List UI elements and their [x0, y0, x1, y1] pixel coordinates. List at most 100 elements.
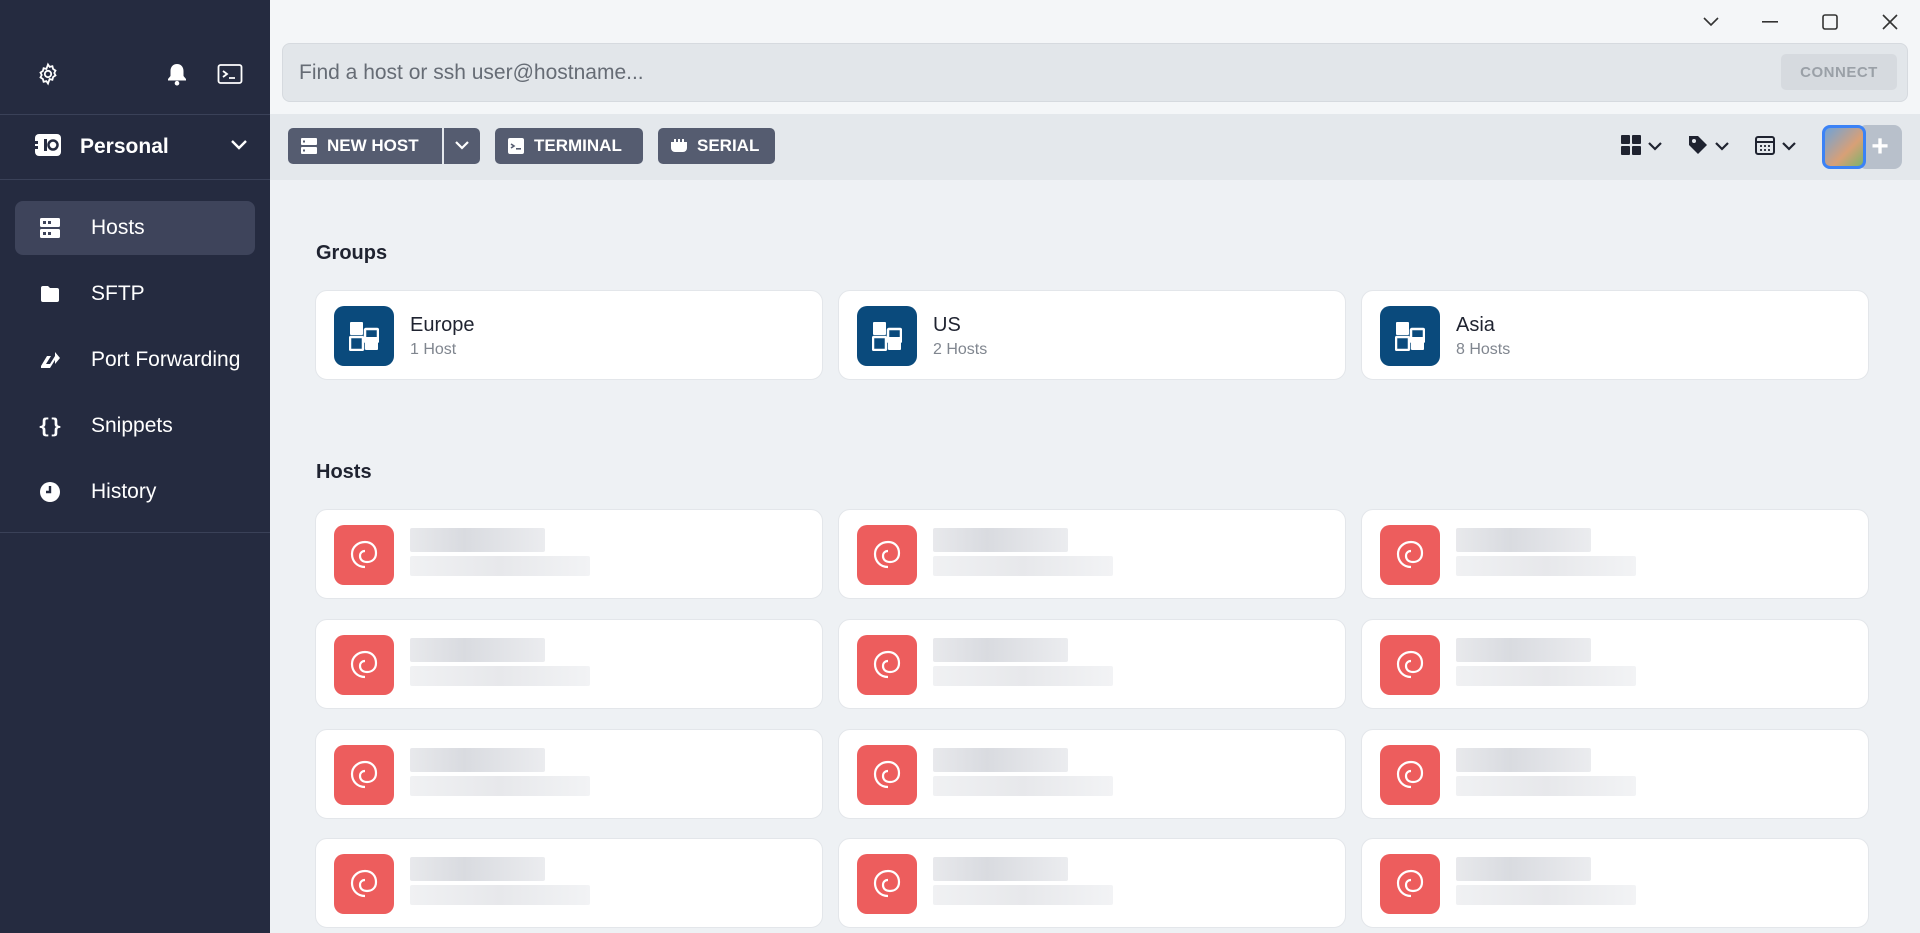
sidebar-item-label: SFTP — [91, 282, 145, 305]
tag-filter[interactable] — [1687, 130, 1729, 164]
sidebar-item-history[interactable]: History — [15, 465, 255, 519]
calendar-icon — [1754, 134, 1776, 161]
layout-toggle[interactable] — [1620, 130, 1662, 164]
host-detail-redacted — [933, 556, 1113, 576]
host-card[interactable] — [315, 729, 823, 819]
host-name-redacted — [410, 748, 545, 772]
sidebar-item-label: Snippets — [91, 414, 173, 437]
host-name-redacted — [933, 748, 1068, 772]
chevron-down-icon — [1782, 138, 1796, 156]
new-host-dropdown-button[interactable] — [444, 128, 480, 164]
vault-icon — [34, 133, 62, 162]
close-icon[interactable] — [1875, 8, 1905, 36]
braces-icon: {} — [37, 414, 63, 438]
sort-menu[interactable] — [1754, 130, 1796, 164]
host-detail-redacted — [933, 885, 1113, 905]
connect-button[interactable]: CONNECT — [1781, 54, 1897, 90]
host-card[interactable] — [1361, 838, 1869, 928]
host-detail-redacted — [1456, 556, 1636, 576]
sidebar-item-label: Hosts — [91, 216, 145, 239]
groups-heading: Groups — [316, 242, 388, 264]
terminal-icon — [507, 137, 525, 155]
terminal-icon[interactable] — [216, 60, 244, 88]
host-card[interactable] — [838, 838, 1346, 928]
debian-icon — [857, 854, 917, 914]
serial-icon — [670, 138, 688, 154]
hosts-heading: Hosts — [316, 461, 372, 483]
folder-icon — [37, 281, 63, 307]
group-card-us[interactable]: US 2 Hosts — [838, 290, 1346, 380]
port-forwarding-icon — [37, 347, 63, 373]
sidebar-item-hosts[interactable]: Hosts — [15, 201, 255, 255]
tag-icon — [1687, 134, 1709, 161]
maximize-icon[interactable] — [1815, 8, 1845, 36]
gear-icon[interactable] — [34, 60, 62, 88]
host-detail-redacted — [933, 776, 1113, 796]
chevron-down-icon[interactable] — [1696, 8, 1726, 36]
host-name-redacted — [410, 528, 545, 552]
vault-label: Personal — [80, 135, 169, 158]
title-bar — [270, 0, 1920, 42]
group-host-count: 2 Hosts — [933, 341, 988, 358]
group-card-europe[interactable]: Europe 1 Host — [315, 290, 823, 380]
terminal-label: TERMINAL — [534, 136, 622, 155]
debian-icon — [1380, 525, 1440, 585]
host-detail-redacted — [410, 556, 590, 576]
serial-button[interactable]: SERIAL — [658, 128, 775, 164]
debian-icon — [1380, 745, 1440, 805]
debian-icon — [334, 525, 394, 585]
group-host-count: 1 Host — [410, 341, 457, 358]
chevron-down-icon — [1648, 138, 1662, 156]
sidebar-item-port-forwarding[interactable]: Port Forwarding — [15, 333, 255, 387]
host-detail-redacted — [410, 666, 590, 686]
search-input[interactable] — [299, 44, 1679, 101]
grid-view-icon — [1620, 134, 1642, 161]
chevron-down-icon — [230, 138, 248, 156]
chevron-down-icon — [1715, 138, 1729, 156]
host-name-redacted — [933, 528, 1068, 552]
bell-icon[interactable] — [163, 60, 191, 88]
debian-icon — [334, 745, 394, 805]
host-name-redacted — [1456, 638, 1591, 662]
sidebar-divider — [0, 532, 270, 533]
host-card[interactable] — [838, 729, 1346, 819]
host-name-redacted — [410, 638, 545, 662]
host-detail-redacted — [933, 666, 1113, 686]
host-card[interactable] — [315, 509, 823, 599]
hosts-icon — [37, 215, 63, 241]
host-card[interactable] — [1361, 729, 1869, 819]
new-host-button[interactable]: NEW HOST — [288, 128, 442, 164]
host-detail-redacted — [410, 885, 590, 905]
host-name-redacted — [1456, 857, 1591, 881]
group-card-asia[interactable]: Asia 8 Hosts — [1361, 290, 1869, 380]
debian-icon — [1380, 635, 1440, 695]
group-name: Asia — [1456, 314, 1495, 336]
host-name-redacted — [1456, 748, 1591, 772]
group-icon — [334, 306, 394, 366]
host-name-redacted — [933, 638, 1068, 662]
sidebar: Personal Hosts SFTP Port Forwarding {} S… — [0, 0, 270, 933]
terminal-button[interactable]: TERMINAL — [495, 128, 643, 164]
search-box: CONNECT — [282, 43, 1908, 102]
debian-icon — [334, 854, 394, 914]
sidebar-item-sftp[interactable]: SFTP — [15, 267, 255, 321]
new-host-label: NEW HOST — [327, 136, 419, 155]
host-card[interactable] — [838, 619, 1346, 709]
search-bar: CONNECT — [270, 42, 1920, 114]
host-card[interactable] — [1361, 619, 1869, 709]
sidebar-item-snippets[interactable]: {} Snippets — [15, 399, 255, 453]
sidebar-item-label: History — [91, 480, 157, 503]
host-card[interactable] — [315, 838, 823, 928]
host-detail-redacted — [1456, 776, 1636, 796]
host-card[interactable] — [1361, 509, 1869, 599]
debian-icon — [857, 635, 917, 695]
vault-selector[interactable]: Personal — [0, 115, 270, 180]
group-name: Europe — [410, 314, 475, 336]
minimize-icon[interactable] — [1755, 8, 1785, 36]
host-card[interactable] — [838, 509, 1346, 599]
host-name-redacted — [933, 857, 1068, 881]
host-detail-redacted — [1456, 666, 1636, 686]
avatar[interactable] — [1822, 125, 1866, 169]
host-name-redacted — [1456, 528, 1591, 552]
host-card[interactable] — [315, 619, 823, 709]
